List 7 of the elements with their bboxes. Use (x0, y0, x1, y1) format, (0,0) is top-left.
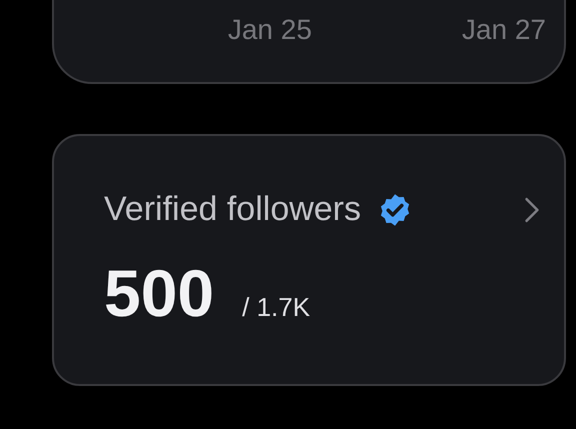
follower-count: 500 (104, 255, 214, 331)
verified-followers-card[interactable]: Verified followers 500 / 1.7K (52, 134, 566, 386)
axis-label: Jan 27 (462, 14, 546, 46)
axis-label: Jan 25 (228, 14, 312, 46)
follower-total: / 1.7K (242, 292, 310, 323)
chevron-right-icon[interactable] (524, 196, 540, 222)
card-title: Verified followers (104, 190, 362, 229)
